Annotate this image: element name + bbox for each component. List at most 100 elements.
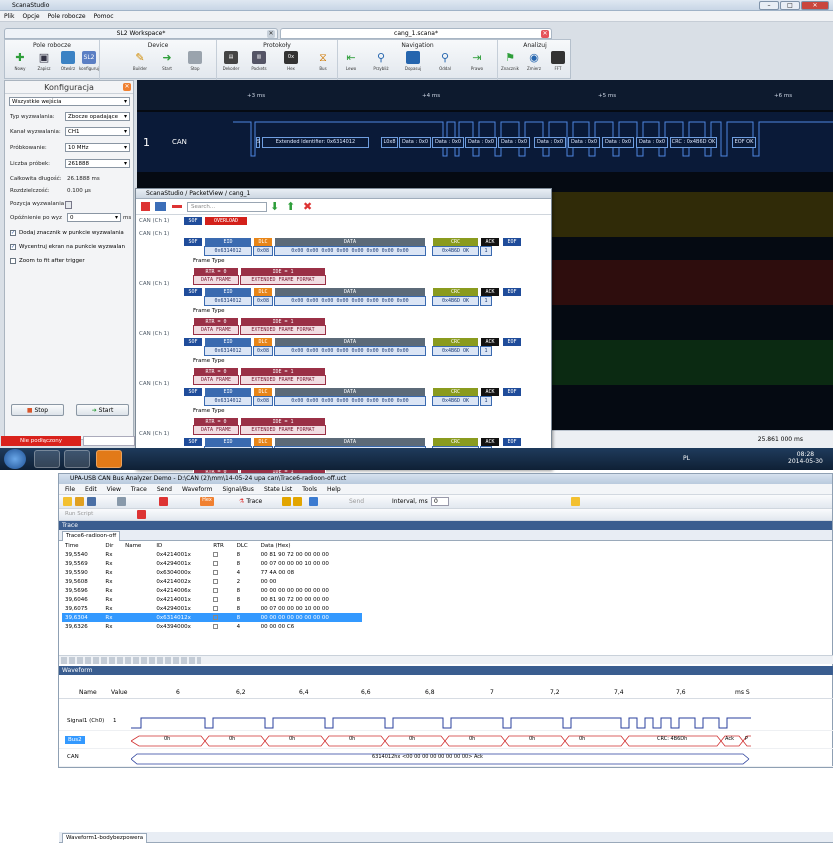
media-taskbar-icon[interactable] [96, 450, 122, 468]
decode-data[interactable]: Data : 0x0 [534, 137, 566, 148]
close-icon[interactable]: ✕ [123, 83, 131, 91]
table-row[interactable]: 39,5608 Rx 0x4214002x 2 00 00 [62, 577, 362, 586]
minus-icon[interactable] [172, 205, 182, 208]
clear-icon[interactable]: ✖ [303, 200, 312, 213]
pdf-icon[interactable] [141, 202, 150, 211]
new-icon[interactable] [63, 497, 72, 506]
explorer-taskbar-icon[interactable] [34, 450, 60, 468]
table-row[interactable]: 39,5696 Rx 0x4214006x 8 00 00 00 00 00 00 00… [62, 586, 362, 595]
menu-help[interactable]: Help [327, 486, 341, 493]
decode-data[interactable]: Data : 0x0 [465, 137, 497, 148]
waveform-tab[interactable]: Waveform1-bodybezpowera [62, 833, 148, 843]
checkbox-icon[interactable] [213, 623, 219, 629]
can-row[interactable]: CAN 6314012hx <00 00 00 00 00 00 00 00> … [59, 749, 833, 767]
menu-trace[interactable]: Trace [131, 486, 147, 493]
column-header[interactable]: DLC [234, 541, 258, 550]
builder-button[interactable]: ✎ Builder [128, 51, 152, 71]
save-button[interactable]: ▣ Zapisz [32, 51, 56, 71]
menu-state-list[interactable]: State List [264, 486, 292, 493]
checkbox-icon[interactable] [213, 605, 219, 611]
start-orb[interactable] [4, 449, 26, 469]
trigger-pos-slider[interactable] [65, 201, 72, 209]
menu-plik[interactable]: Plik [4, 13, 14, 20]
signal-row[interactable]: Signal1 (Ch0) 1 [59, 713, 833, 731]
can-packet[interactable]: CAN (Ch 1)SOFEID0x6314012DLC0x08DATA0x00… [136, 379, 552, 435]
marker-button[interactable]: ⚑ Znacznik [498, 51, 522, 71]
checkbox-icon[interactable] [213, 587, 219, 593]
column-header[interactable]: Time [62, 541, 102, 550]
can-packet[interactable]: CAN (Ch 1)SOFEID0x6314012DLC0x08DATA0x00… [136, 329, 552, 385]
right-button[interactable]: ⇥ Prawo [465, 51, 489, 71]
decode-data[interactable]: Data : 0x0 [602, 137, 634, 148]
clock[interactable]: 08:28 2014-05-30 [788, 451, 823, 465]
bus-row[interactable]: Bus2 0h 0h 0h 0h 0h 0h 0h 0h CRC: 4B6Dh … [59, 731, 833, 749]
samples-select[interactable]: 261888 [65, 159, 130, 168]
tab-sl2-workspace[interactable]: SL2 Workspace* ✕ [4, 28, 278, 39]
hex-icon[interactable]: Hex [200, 497, 214, 506]
column-header[interactable]: RTR [210, 541, 233, 550]
column-header[interactable]: ID [153, 541, 210, 550]
stop-capture-button[interactable]: ■ Stop [11, 404, 64, 416]
save-icon[interactable] [87, 497, 96, 506]
trace-button[interactable]: ⚗ Trace [239, 498, 262, 505]
trace-tab[interactable]: Trace6-radioon-off [62, 531, 121, 541]
send-button[interactable]: Send [349, 498, 364, 505]
menu-file[interactable]: File [65, 486, 75, 493]
column-header[interactable]: Dir [102, 541, 122, 550]
run-script-button[interactable]: Run Script [65, 511, 93, 517]
table-row[interactable]: 39,6326 Rx 0x4394000x 4 00 00 00 C6 [62, 622, 362, 631]
table-row[interactable]: 39,5569 Rx 0x4294001x 8 00 07 00 00 00 10 00… [62, 559, 362, 568]
packets-button[interactable]: ▥ Packets [247, 51, 271, 71]
sl2-icon[interactable] [155, 202, 166, 211]
decode-data[interactable]: Data : 0x0 [568, 137, 600, 148]
packet-overload[interactable]: CAN (Ch 1) SOF OVERLOAD [136, 216, 552, 228]
decode-sof[interactable]: S [256, 137, 260, 148]
trigger-type-select[interactable]: Zbocze opadające [65, 112, 130, 121]
tx-icon[interactable] [282, 497, 291, 506]
zoom-in-button[interactable]: ⚲ Przybliż [369, 51, 393, 71]
decode-data[interactable]: Data : 0x0 [636, 137, 668, 148]
nav-buttons[interactable] [61, 657, 201, 664]
delay-input[interactable]: 0 [67, 213, 121, 222]
rx-icon[interactable] [293, 497, 302, 506]
menu-pomoc[interactable]: Pomoc [94, 13, 114, 20]
delete-icon[interactable] [159, 497, 168, 506]
packet-search-input[interactable]: Search... [187, 202, 267, 212]
decode-eid[interactable]: Extended Identifier: 0x6314012 [262, 137, 369, 148]
table-row[interactable]: 39,6075 Rx 0x4294001x 8 00 07 00 00 00 10 00… [62, 604, 362, 613]
start-capture-button[interactable]: ➜ Start [76, 404, 129, 416]
stop-button[interactable]: Stop [183, 51, 207, 71]
decode-data[interactable]: Data : 0x0 [399, 137, 431, 148]
minimize-button[interactable]: – [759, 1, 779, 10]
decode-data[interactable]: Data : 0x0 [498, 137, 530, 148]
decode-data[interactable]: Data : 0x0 [432, 137, 464, 148]
zoom-fit-checkbox[interactable]: Zoom to fit after trigger [10, 258, 85, 264]
column-header[interactable]: Data (Hex) [258, 541, 362, 550]
menu-edit[interactable]: Edit [85, 486, 97, 493]
measure-button[interactable]: ◉ Zmierz [522, 51, 546, 71]
menu-send[interactable]: Send [157, 486, 172, 493]
start-button[interactable]: ➜ Start [155, 51, 179, 71]
menu-waveform[interactable]: Waveform [182, 486, 212, 493]
maximize-button[interactable]: □ [780, 1, 800, 10]
decode-eof[interactable]: EOF OK [732, 137, 756, 148]
checkbox-icon[interactable] [213, 560, 219, 566]
cut-icon[interactable] [117, 497, 126, 506]
arrow-up-icon[interactable]: ⬆ [286, 200, 295, 213]
close-icon[interactable]: ✕ [541, 30, 549, 38]
scanastudio-taskbar-icon[interactable] [64, 450, 90, 468]
menu-pole-robocze[interactable]: Pole robocze [48, 13, 86, 20]
decoder-button[interactable]: ▤ Dekoder [219, 51, 243, 71]
column-header[interactable]: Name [122, 541, 153, 550]
menu-tools[interactable]: Tools [302, 486, 317, 493]
inputs-select[interactable]: Wszystkie wejścia [9, 97, 130, 106]
checkbox-icon[interactable] [213, 596, 219, 602]
close-icon[interactable]: ✕ [267, 30, 275, 38]
open-icon[interactable] [75, 497, 84, 506]
add-marker-checkbox[interactable]: ✓ Dodaj znacznik w punkcie wyzwalania [10, 230, 124, 236]
bus-button[interactable]: ⧖ Bus [311, 51, 335, 71]
interval-input[interactable]: 0 [431, 497, 449, 506]
table-row[interactable]: 39,5540 Rx 0x4214001x 8 00 81 90 72 00 00 00… [62, 550, 362, 559]
settings-icon[interactable] [571, 497, 580, 506]
tab-cang1[interactable]: cang_1.scana* ✕ [280, 28, 552, 39]
